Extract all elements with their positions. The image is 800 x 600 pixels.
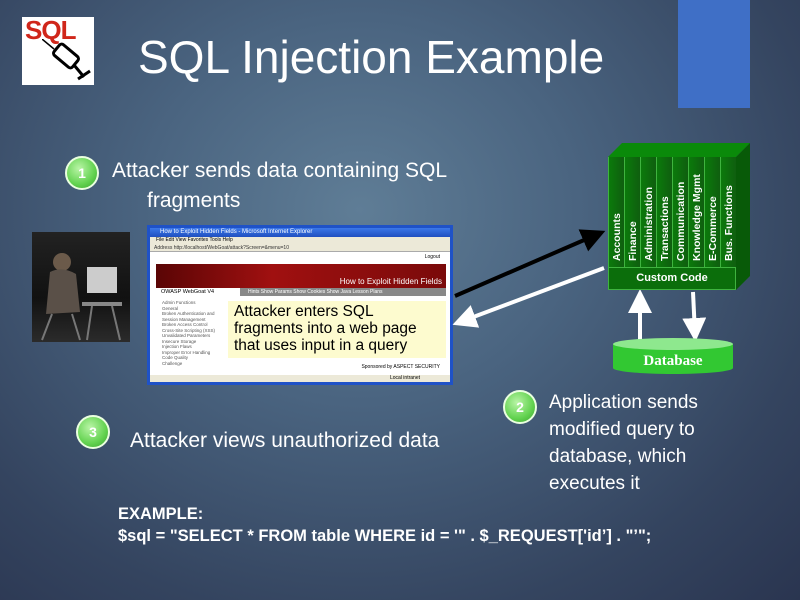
step-2-line: database, which	[549, 446, 687, 467]
step-2-text: Application sends modified query to data…	[549, 389, 698, 497]
database-cylinder: Database	[613, 338, 733, 374]
example-label: EXAMPLE:	[118, 505, 204, 523]
response-arrow	[452, 266, 605, 328]
step-2-line: Application sends	[549, 392, 698, 413]
database-top	[613, 338, 733, 350]
webgoat-brand: OWASP WebGoat V4	[158, 288, 218, 297]
application-stack: Accounts Finance Administration Transact…	[608, 143, 750, 290]
step-2-line: modified query to	[549, 419, 695, 440]
module-bus-functions: Bus. Functions	[722, 185, 735, 261]
module-finance: Finance	[626, 221, 639, 261]
db-query-arrow	[682, 291, 707, 342]
module-knowledge-mgmt: Knowledge Mgmt	[690, 174, 703, 261]
example-code: EXAMPLE: $sql = "SELECT * FROM table WHE…	[118, 503, 651, 547]
module-e-commerce: E-Commerce	[706, 196, 719, 261]
module-administration: Administration	[642, 186, 655, 261]
request-arrow	[454, 229, 606, 298]
module-accounts: Accounts	[610, 213, 623, 261]
step-3-text: Attacker views unauthorized data	[130, 429, 440, 452]
step-2-badge: 2	[503, 390, 537, 424]
module-transactions: Transactions	[658, 196, 671, 261]
example-sql-code: $sql = "SELECT * FROM table WHERE id = '…	[118, 527, 652, 545]
custom-code-layer: Custom Code	[608, 267, 736, 290]
step-2-line: executes it	[549, 473, 640, 494]
step-3-badge: 3	[76, 415, 110, 449]
module-communication: Communication	[674, 181, 687, 261]
